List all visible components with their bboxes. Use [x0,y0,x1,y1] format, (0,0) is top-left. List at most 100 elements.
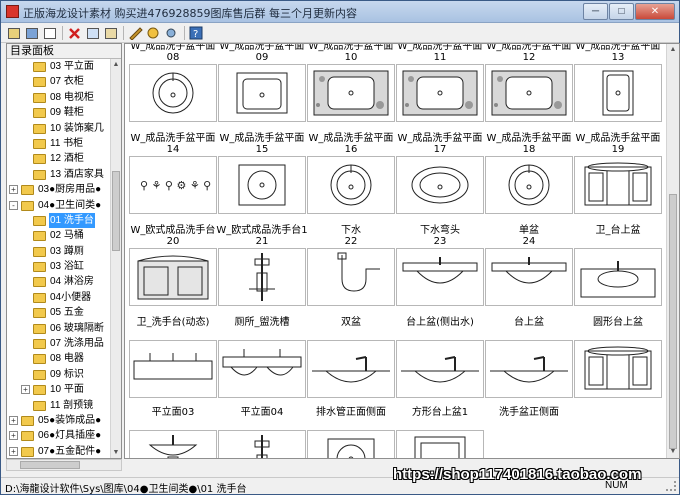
symbol-cell[interactable]: 17 W_成品洗手盆平面 [396,126,484,214]
delete-icon[interactable] [66,25,83,41]
tree-item[interactable]: 09 标识 [7,367,111,382]
grid-scroll-down-icon[interactable]: ▼ [667,446,679,458]
symbol-cell[interactable]: 13 W_成品洗手盆平面 [574,44,662,122]
tree-item[interactable]: 03 平立面 [7,59,111,74]
symbol-thumbnail[interactable] [574,156,662,214]
save-icon[interactable] [23,25,40,41]
symbol-thumbnail[interactable] [485,248,573,306]
copy-icon[interactable] [84,25,101,41]
tree-item[interactable]: +10 平面 [7,382,111,397]
symbol-cell[interactable]: 洗手盆正侧面 [485,400,573,458]
symbol-cell[interactable]: 台上盆(侧出水) [396,310,484,398]
tree-item[interactable]: - 04●卫生间类● [7,198,111,213]
symbol-thumbnail[interactable] [218,64,306,122]
tree-item[interactable]: 04小便器 [7,290,111,305]
close-button[interactable]: ✕ [635,3,675,20]
minimize-button[interactable]: ─ [583,3,608,20]
symbol-cell[interactable]: 21 W_欧式成品洗手台1 [216,218,308,306]
symbol-thumbnail[interactable] [307,248,395,306]
expand-icon[interactable]: + [9,185,18,195]
symbol-thumbnail[interactable] [307,156,395,214]
expand-icon[interactable]: + [9,446,18,456]
symbol-cell[interactable]: 11 W_成品洗手盆平面 [396,44,484,122]
settings-icon[interactable] [163,25,180,41]
symbol-cell[interactable]: 台上盆 [485,310,573,398]
scroll-down-icon[interactable]: ▼ [111,447,121,458]
symbol-thumbnail[interactable] [218,340,306,398]
symbol-thumbnail[interactable] [396,156,484,214]
add-icon[interactable] [127,25,144,41]
symbol-thumbnail[interactable] [485,64,573,122]
maximize-button[interactable]: □ [609,3,634,20]
symbol-thumbnail[interactable] [396,340,484,398]
symbol-cell[interactable]: 平立面04 [218,400,306,458]
symbol-thumbnail[interactable] [396,64,484,122]
symbol-thumbnail[interactable] [396,430,484,458]
symbol-cell[interactable]: 卫_洗手台(动态) [129,310,217,398]
tree-item[interactable]: 11 书柜 [7,136,111,151]
symbol-thumbnail[interactable] [307,64,395,122]
symbol-thumbnail[interactable] [129,248,217,306]
tree-item[interactable]: 07 洗涤用品 [7,336,111,351]
symbol-thumbnail[interactable] [485,340,573,398]
list-icon[interactable] [41,25,58,41]
symbol-thumbnail[interactable] [218,430,306,458]
tree-item[interactable]: 05 五金 [7,305,111,320]
symbol-cell[interactable]: 平立面03 [129,400,217,458]
collapse-icon[interactable]: - [9,200,18,210]
tree-item[interactable]: +05●装饰成品● [7,413,111,428]
symbol-cell[interactable]: 08 W_成品洗手盆平面 [129,44,217,122]
catalog-tree[interactable]: 03 平立面 07 衣柜 08 电视柜 09 鞋柜 10 装饰案几 11 书柜 12 酒柜 1… [7,59,111,458]
tree-item[interactable]: 12 酒柜 [7,151,111,166]
tree-item[interactable]: 03 蹲厕 [7,244,111,259]
scroll-up-icon[interactable]: ▲ [111,59,121,70]
symbol-cell[interactable]: 23 下水弯头 [396,218,484,306]
symbol-cell[interactable]: 12 W_成品洗手盆平面 [485,44,573,122]
symbol-cell[interactable]: 22 下水 [307,218,395,306]
symbol-thumbnail[interactable]: ⚲ ⚘ ⚲ ⚙ ⚘ ⚲ [129,156,217,214]
tree-item[interactable]: 08 电视柜 [7,90,111,105]
symbol-thumbnail[interactable] [574,340,662,398]
tree-scroll-thumb[interactable] [112,171,120,251]
symbol-cell[interactable]: 16 W_成品洗手盆平面 [307,126,395,214]
tree-item[interactable]: 04 淋浴房 [7,274,111,289]
tree-item[interactable]: 10 装饰案几 [7,121,111,136]
paste-icon[interactable] [102,25,119,41]
symbol-thumbnail[interactable] [396,248,484,306]
tree-item[interactable]: 03 浴缸 [7,259,111,274]
symbol-cell[interactable] [574,400,662,458]
symbol-thumbnail[interactable] [218,248,306,306]
tree-item[interactable]: 11 剖预镜 [7,398,111,413]
symbol-cell[interactable]: 14 ⚲ ⚘ ⚲ ⚙ ⚘ ⚲ W_成品洗手盆平面 [129,126,217,214]
resize-grip-icon[interactable] [666,481,676,491]
tree-scrollbar[interactable]: ▲ ▼ [110,59,121,458]
grid-scrollbar[interactable]: ▲ ▼ [666,44,679,458]
symbol-thumbnail[interactable] [307,340,395,398]
symbol-thumbnail[interactable] [574,248,662,306]
symbol-cell[interactable]: 卫_台上盆 [574,218,662,306]
grid-scroll-thumb[interactable] [669,194,677,449]
title-bar[interactable]: 正版海龙设计素材 购买进476928859图库售后群 每三个月更新内容 ─ □ … [1,1,679,23]
symbol-cell[interactable]: 18 W_成品洗手盆平面 [485,126,573,214]
symbol-cell[interactable]: 24 单盆 [485,218,573,306]
tree-item[interactable]: 01 洗手台 [7,212,111,228]
symbol-thumbnail[interactable] [307,430,395,458]
symbol-cell[interactable]: 厕所_盥洗槽 [218,310,306,398]
symbol-thumbnail[interactable] [485,156,573,214]
symbol-cell[interactable]: 20 W_欧式成品洗手台 [129,218,217,306]
tree-item[interactable]: 06 玻璃隔断 [7,321,111,336]
symbol-cell[interactable]: 09 W_成品洗手盆平面 [218,44,306,122]
grid-scroll-up-icon[interactable]: ▲ [667,44,679,56]
symbol-thumbnail[interactable] [574,64,662,122]
tree-hscrollbar[interactable] [6,459,122,471]
tree-item[interactable]: 07 衣柜 [7,74,111,89]
tree-item[interactable]: +03●厨房用品● [7,182,111,197]
symbol-thumbnail[interactable] [129,430,217,458]
symbol-thumbnail[interactable] [129,340,217,398]
symbol-cell[interactable]: 19 W_成品洗手盆平面 [574,126,662,214]
symbol-cell[interactable]: 排水管正面侧面 [307,400,395,458]
tree-item[interactable]: +06●灯具插座● [7,428,111,443]
expand-icon[interactable]: + [21,385,30,395]
tree-item[interactable]: 02 马桶 [7,228,111,243]
symbol-cell[interactable]: 双盆 [307,310,395,398]
